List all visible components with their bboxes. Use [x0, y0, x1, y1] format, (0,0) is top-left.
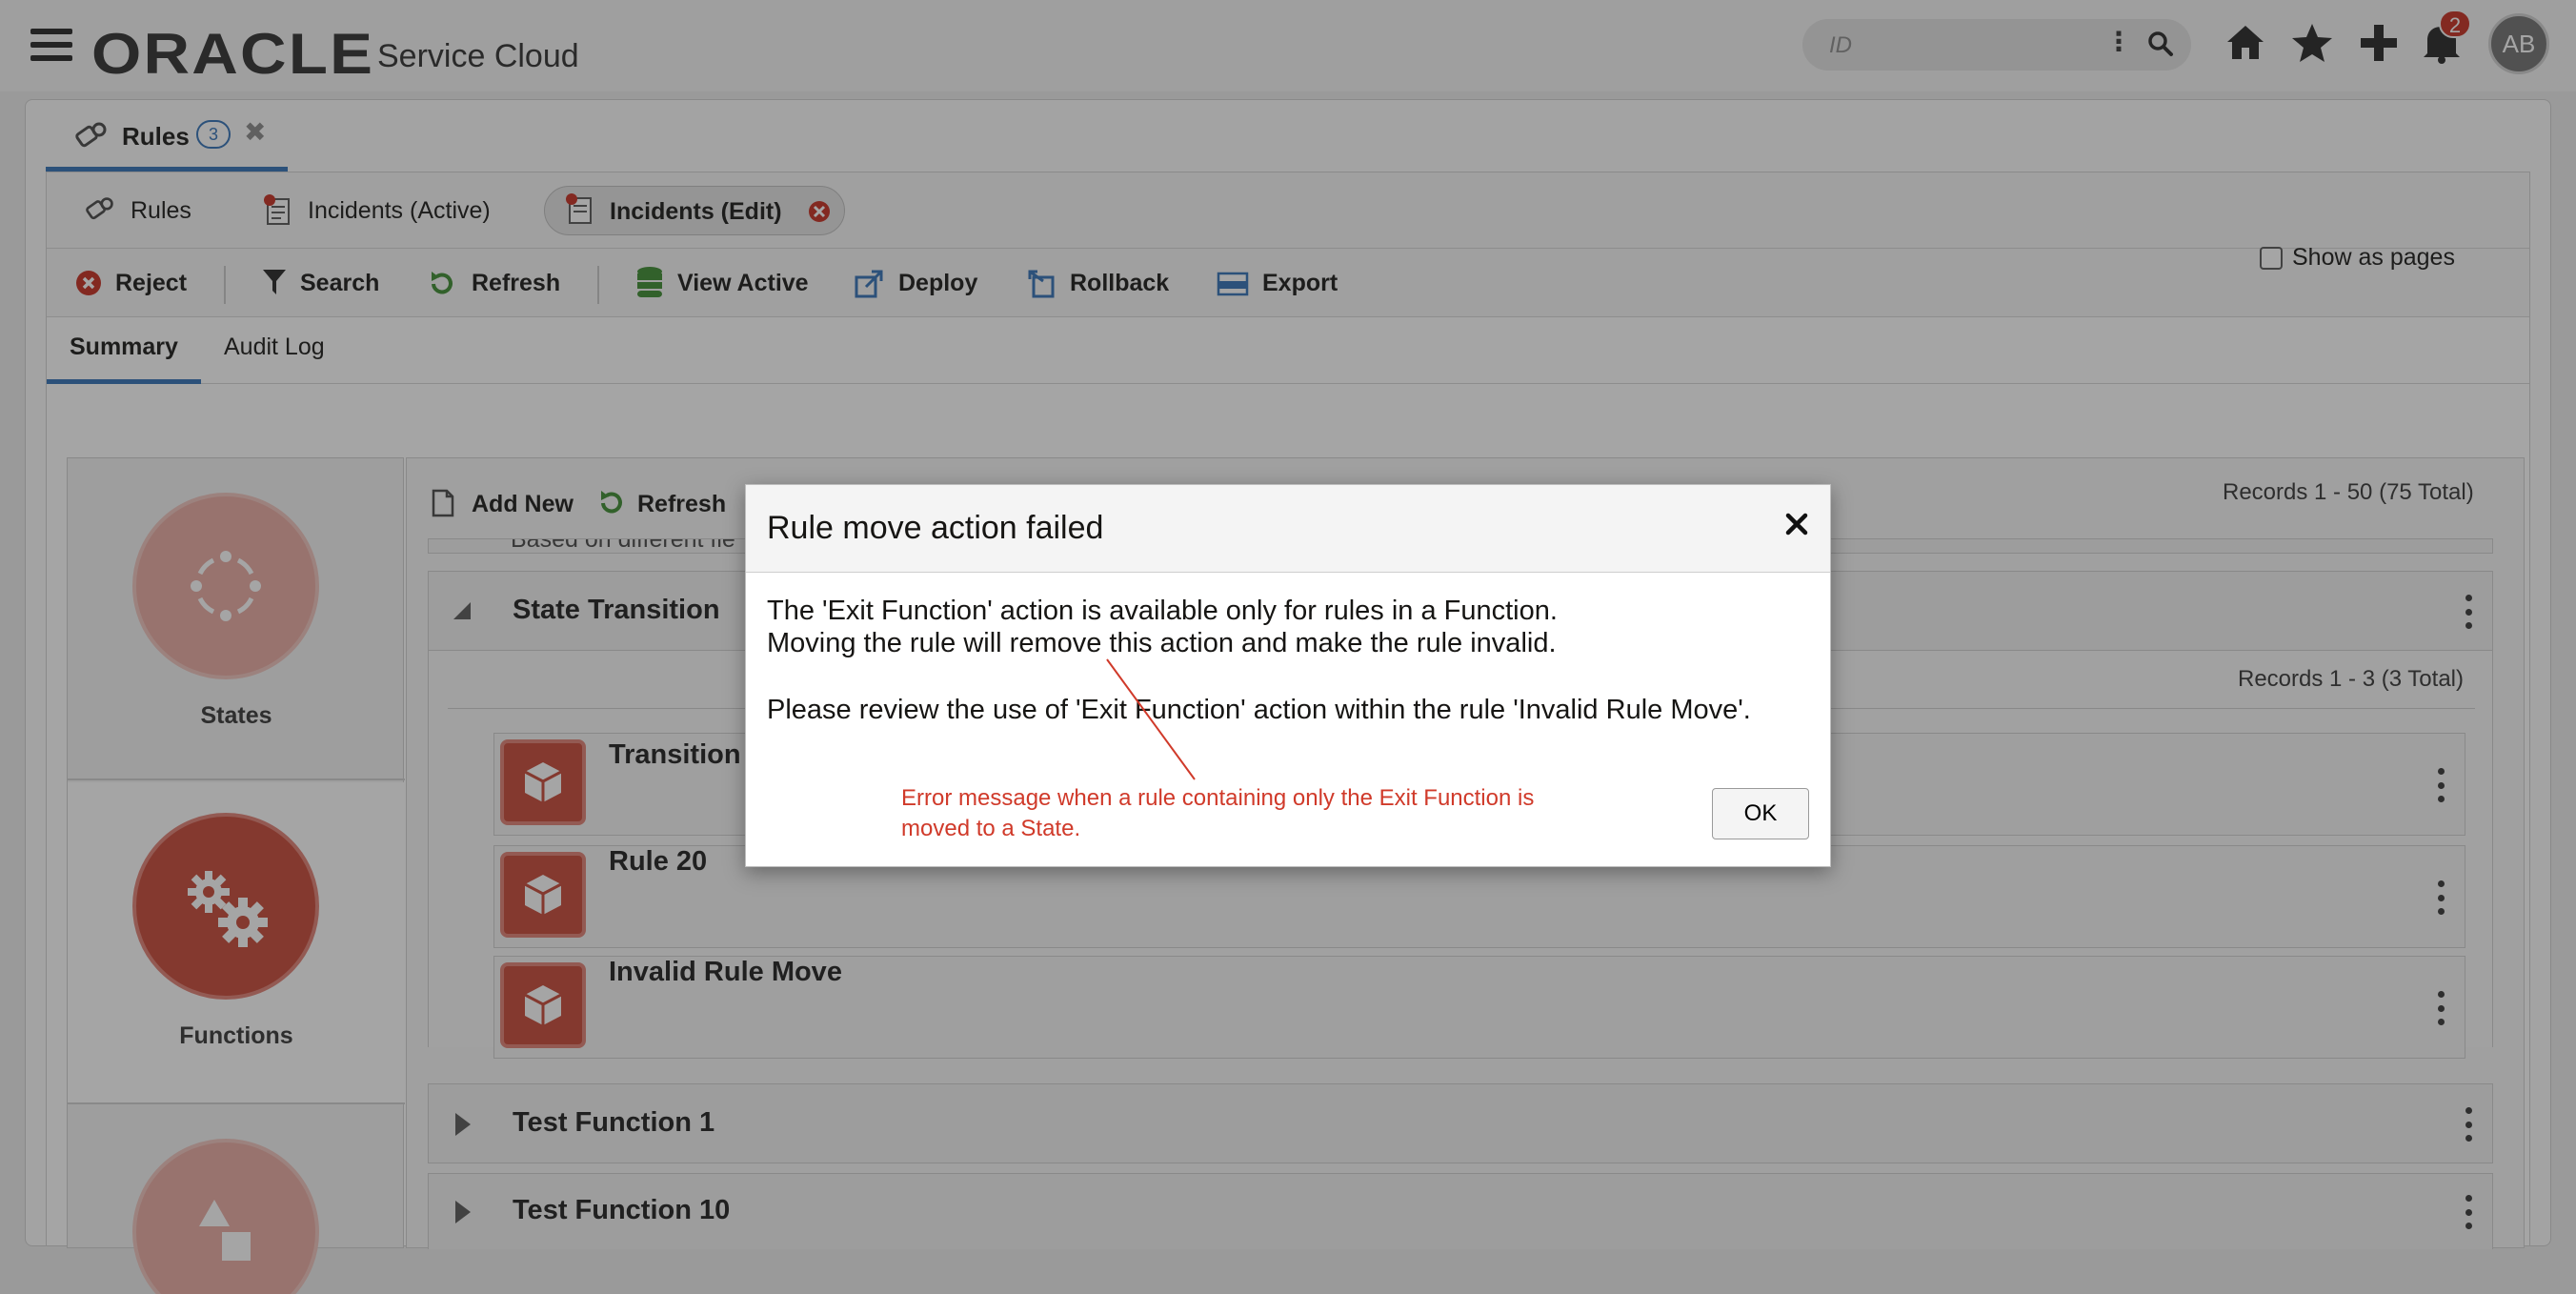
- ok-button[interactable]: OK: [1712, 788, 1809, 839]
- dialog-message-line2: Moving the rule will remove this action …: [767, 628, 1557, 658]
- dialog-message-line1: The 'Exit Function' action is available …: [767, 596, 1558, 626]
- dialog-header: Rule move action failed: [746, 485, 1830, 573]
- annotation-line1: Error message when a rule containing onl…: [901, 785, 1535, 811]
- dialog-title: Rule move action failed: [767, 510, 1104, 546]
- annotation-note: Error message when a rule containing onl…: [901, 783, 1587, 844]
- annotation-line2: moved to a State.: [901, 816, 1081, 841]
- close-icon[interactable]: [1782, 510, 1811, 538]
- dialog-message-line3: Please review the use of 'Exit Function'…: [767, 695, 1751, 725]
